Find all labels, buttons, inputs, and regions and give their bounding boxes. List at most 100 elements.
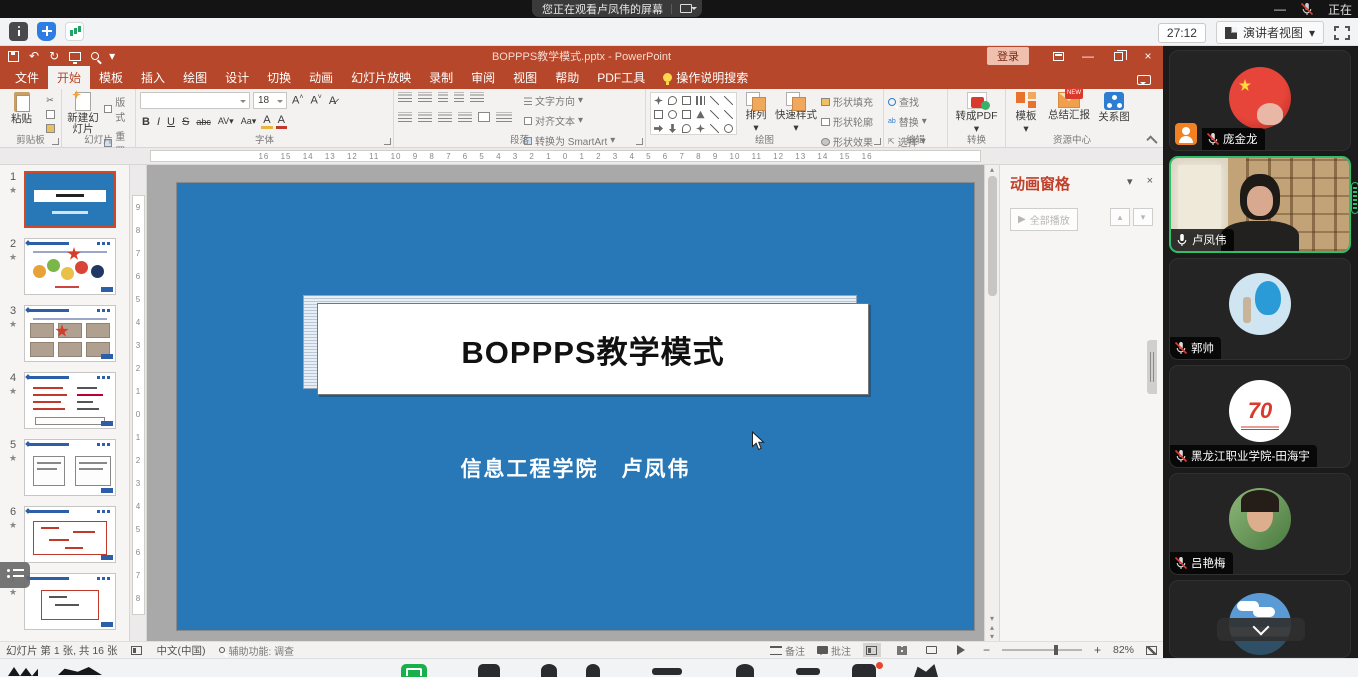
info-icon[interactable] (9, 22, 28, 41)
layout-button[interactable]: 版式 (104, 94, 131, 124)
security-shield-icon[interactable] (37, 22, 56, 41)
qat-more-icon[interactable]: ▾ (109, 50, 115, 62)
shape-outline-button[interactable]: 形状轮廓 (821, 114, 873, 129)
slide-sorter-button[interactable] (893, 643, 911, 657)
zoom-level[interactable]: 82% (1113, 644, 1134, 656)
next-slide-icon[interactable]: ▾ (990, 632, 994, 641)
window-close-icon[interactable]: × (1133, 46, 1163, 66)
slide-subtitle[interactable]: 信息工程学院 卢凤伟 (177, 453, 974, 483)
arrange-button[interactable]: 排列▾ (741, 92, 771, 135)
strikethrough-button[interactable]: S (180, 116, 191, 128)
save-icon[interactable] (8, 51, 19, 62)
tab-view[interactable]: 视图 (504, 66, 546, 89)
panel-collapse-handle[interactable] (1147, 340, 1157, 394)
reading-view-button[interactable] (923, 643, 941, 657)
thumbnail-slide-3[interactable]: 3★ (2, 305, 129, 362)
thumbnail-slide-5[interactable]: 5★ (2, 439, 129, 496)
dock-icon[interactable] (478, 664, 500, 677)
view-mode-select[interactable]: 演讲者视图 ▾ (1216, 21, 1324, 44)
dock-icon[interactable] (652, 668, 682, 675)
underline-button[interactable]: U (165, 116, 177, 128)
move-earlier-icon[interactable]: ▴ (1110, 208, 1130, 226)
zoom-slider-thumb[interactable] (1054, 645, 1058, 655)
tab-file[interactable]: 文件 (6, 66, 48, 89)
fullscreen-icon[interactable] (1334, 26, 1350, 40)
network-stats-icon[interactable] (65, 22, 84, 41)
text-direction-button[interactable]: 文字方向▾ (524, 93, 615, 108)
thumbnail-slide-1[interactable]: 1★ (2, 171, 129, 228)
tab-animations[interactable]: 动画 (300, 66, 342, 89)
mic-muted-icon[interactable] (1300, 2, 1314, 16)
grow-font-button[interactable]: A˄ (290, 94, 305, 107)
tab-slideshow[interactable]: 幻灯片放映 (342, 66, 420, 89)
tell-me-search[interactable]: 操作说明搜索 (654, 66, 757, 89)
accessibility-status[interactable]: 辅助功能: 调查 (219, 643, 294, 658)
participant-tile[interactable]: 吕艳梅 (1169, 473, 1351, 575)
title-box[interactable]: BOPPPS教学模式 (317, 303, 869, 395)
notes-toggle[interactable]: 备注 (770, 643, 805, 658)
font-dialog-launcher[interactable] (384, 138, 391, 145)
screen-share-icon[interactable] (401, 664, 427, 677)
vertical-ruler[interactable]: 9 8 7 6 5 4 3 2 1 0 1 2 3 4 5 6 7 8 (130, 165, 147, 641)
paste-button[interactable]: 粘贴 (4, 92, 39, 135)
slideshow-button[interactable] (953, 643, 971, 657)
previous-slide-icon[interactable]: ▴ (990, 623, 994, 632)
align-left-icon[interactable] (398, 112, 412, 122)
slideshow-icon[interactable] (69, 52, 81, 61)
align-text-button[interactable]: 对齐文本▾ (524, 113, 615, 128)
paragraph-dialog-launcher[interactable] (636, 138, 643, 145)
window-restore-icon[interactable] (1103, 46, 1133, 66)
screen-share-banner[interactable]: 您正在观看卢凤伟的屏幕 (532, 0, 702, 17)
animation-pane-menu-icon[interactable]: ▾ (1127, 175, 1133, 188)
zoom-slider[interactable] (1002, 649, 1082, 651)
bold-button[interactable]: B (140, 116, 152, 128)
tab-record[interactable]: 录制 (420, 66, 462, 89)
minimize-icon[interactable]: — (1274, 2, 1286, 16)
zoom-in-icon[interactable]: + (1094, 643, 1101, 657)
scroll-up-icon[interactable]: ▴ (990, 165, 994, 174)
tab-pdf-tools[interactable]: PDF工具 (588, 66, 654, 89)
dock-icon[interactable] (914, 664, 938, 677)
copy-icon[interactable] (43, 108, 57, 120)
templates-button[interactable]: 模板▾ (1010, 92, 1042, 135)
comments-toggle[interactable]: 批注 (817, 643, 851, 658)
find-button[interactable]: 查找 (888, 94, 927, 109)
bullets-icon[interactable] (398, 92, 412, 102)
shapes-gallery[interactable] (650, 92, 737, 135)
tab-template[interactable]: 模板 (90, 66, 132, 89)
italic-button[interactable]: I (155, 116, 162, 128)
slide[interactable]: BOPPPS教学模式 信息工程学院 卢凤伟 (177, 183, 974, 630)
align-center-icon[interactable] (418, 112, 432, 122)
clipboard-dialog-launcher[interactable] (52, 138, 59, 145)
thumbnail-slide-2[interactable]: 2★ (2, 238, 129, 295)
normal-view-button[interactable] (863, 643, 881, 657)
participant-tile[interactable]: 郭帅 (1169, 258, 1351, 360)
tab-transitions[interactable]: 切换 (258, 66, 300, 89)
tab-review[interactable]: 审阅 (462, 66, 504, 89)
diagram-button[interactable]: 关系图 (1096, 92, 1132, 135)
text-shadow-button[interactable]: abc (194, 117, 213, 127)
horizontal-ruler[interactable]: 16 15 14 13 12 11 10 9 8 7 6 5 4 3 2 1 0… (150, 150, 981, 162)
increase-indent-icon[interactable] (454, 92, 464, 102)
vertical-scrollbar[interactable]: ▴ ▾ ▴ ▾ (984, 165, 999, 641)
participant-tile[interactable]: 庞金龙 (1169, 50, 1351, 151)
participant-tile-active-speaker[interactable]: 卢凤伟 (1169, 156, 1351, 253)
tab-draw[interactable]: 绘图 (174, 66, 216, 89)
convert-pdf-button[interactable]: 转成PDF▾ (954, 92, 1000, 135)
decrease-indent-icon[interactable] (438, 92, 448, 102)
tab-home[interactable]: 开始 (48, 66, 90, 89)
display-settings-icon[interactable] (131, 646, 142, 655)
summary-report-button[interactable]: NEW 总结汇报 (1046, 92, 1092, 135)
change-case-button[interactable]: Aa▾ (239, 116, 259, 127)
add-remove-columns-icon[interactable] (496, 112, 512, 122)
font-name-combobox[interactable] (140, 92, 250, 109)
thumbnail-slide-4[interactable]: 4★ (2, 372, 129, 429)
shrink-font-button[interactable]: A˅ (308, 94, 323, 107)
highlight-color-button[interactable]: A (261, 114, 272, 129)
dock-icon[interactable] (852, 664, 876, 677)
signin-button[interactable]: 登录 (987, 47, 1029, 65)
cut-icon[interactable]: ✂ (43, 94, 57, 106)
language-status[interactable]: 中文(中国) (156, 643, 205, 658)
align-right-icon[interactable] (438, 112, 452, 122)
columns-icon[interactable] (478, 112, 490, 122)
